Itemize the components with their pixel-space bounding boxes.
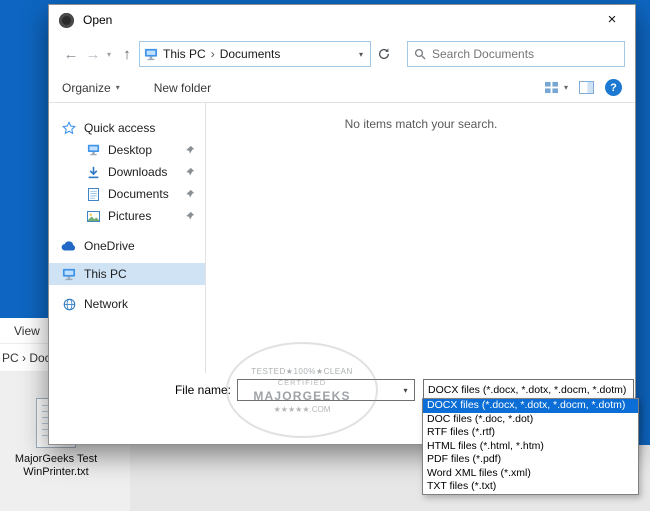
pin-icon <box>185 145 195 155</box>
file-name-dropdown-icon[interactable]: ▾ <box>397 386 414 395</box>
sidebar-item-documents[interactable]: Documents <box>49 183 205 205</box>
documents-icon <box>85 187 101 201</box>
file-name-combobox[interactable]: ▾ <box>237 379 415 401</box>
sidebar-label: Documents <box>108 187 169 201</box>
organize-dropdown-icon: ▾ <box>115 83 120 92</box>
help-button[interactable]: ? <box>605 79 622 96</box>
file-name-label: File name: <box>174 383 231 397</box>
file-type-option[interactable]: DOCX files (*.docx, *.dotx, *.docm, *.do… <box>423 399 638 413</box>
file-type-option[interactable]: TXT files (*.txt) <box>423 480 638 494</box>
pin-icon <box>185 167 195 177</box>
pin-icon <box>185 211 195 221</box>
preview-pane-icon <box>579 81 594 94</box>
search-icon <box>414 48 426 60</box>
back-button[interactable]: ← <box>59 46 83 63</box>
breadcrumb-segment-this-pc[interactable]: This PC <box>158 47 211 61</box>
downloads-icon <box>85 166 101 179</box>
refresh-button[interactable] <box>371 41 397 67</box>
sidebar-item-onedrive[interactable]: OneDrive <box>49 235 205 257</box>
desktop-file-label: MajorGeeks Test WinPrinter.txt <box>14 453 98 478</box>
file-type-dropdown-list: DOCX files (*.docx, *.dotx, *.docm, *.do… <box>422 398 639 495</box>
empty-results-message: No items match your search. <box>344 117 498 131</box>
sidebar-label: Desktop <box>108 143 153 157</box>
file-type-option[interactable]: RTF files (*.rtf) <box>423 426 638 440</box>
this-pc-icon <box>144 48 158 60</box>
sidebar-label: Quick access <box>84 121 156 135</box>
onedrive-cloud-icon <box>61 241 77 251</box>
organize-button[interactable]: Organize ▾ <box>62 81 120 95</box>
breadcrumb-segment-documents[interactable]: Documents <box>215 47 286 61</box>
network-icon <box>61 298 77 311</box>
sidebar-item-network[interactable]: Network <box>49 293 205 315</box>
organize-label: Organize <box>62 80 111 95</box>
view-grid-icon <box>544 81 558 94</box>
pin-icon <box>185 189 195 199</box>
toolbar: Organize ▾ New folder ▾ ? <box>49 73 635 103</box>
file-type-option[interactable]: Word XML files (*.xml) <box>423 467 638 481</box>
sidebar-item-quick-access[interactable]: Quick access <box>49 117 205 139</box>
sidebar-item-downloads[interactable]: Downloads <box>49 161 205 183</box>
search-box[interactable] <box>407 41 625 67</box>
new-folder-label: New folder <box>153 80 212 95</box>
up-button[interactable]: ↑ <box>115 46 139 63</box>
navigation-bar: ← → ▾ ↑ This PC › Documents ▾ <box>49 35 635 73</box>
sidebar-label: OneDrive <box>84 239 135 253</box>
sidebar-item-this-pc[interactable]: This PC <box>49 263 205 285</box>
search-input[interactable] <box>432 47 618 61</box>
history-dropdown-icon[interactable]: ▾ <box>103 50 115 59</box>
breadcrumb[interactable]: This PC › Documents ▾ <box>139 41 371 67</box>
desktop-icon <box>85 144 101 156</box>
quick-access-star-icon <box>61 121 77 135</box>
file-type-option[interactable]: DOC files (*.doc, *.dot) <box>423 413 638 427</box>
open-dialog: Open × ← → ▾ ↑ This PC › Documents ▾ Org… <box>48 4 636 445</box>
app-icon <box>59 12 74 28</box>
sidebar-label: Pictures <box>108 209 152 223</box>
file-type-option[interactable]: PDF files (*.pdf) <box>423 453 638 467</box>
close-button[interactable]: × <box>589 5 635 35</box>
new-folder-button[interactable]: New folder <box>154 81 211 95</box>
dialog-title: Open <box>83 13 113 27</box>
sidebar-label: This PC <box>84 267 127 281</box>
change-view-button[interactable]: ▾ <box>544 81 568 94</box>
preview-pane-button[interactable] <box>579 81 594 94</box>
toolbar-right-group: ▾ ? <box>544 79 622 96</box>
sidebar-item-pictures[interactable]: Pictures <box>49 205 205 227</box>
breadcrumb-dropdown-icon[interactable]: ▾ <box>359 50 366 59</box>
forward-button[interactable]: → <box>83 46 103 63</box>
sidebar-label: Network <box>84 297 129 311</box>
title-bar[interactable]: Open × <box>49 5 635 35</box>
sidebar-item-desktop[interactable]: Desktop <box>49 139 205 161</box>
pictures-icon <box>85 210 101 222</box>
sidebar-label: Downloads <box>108 165 168 179</box>
navigation-pane: Quick access Desktop Downloads Documents… <box>49 103 206 373</box>
views-dropdown-icon: ▾ <box>563 83 568 92</box>
this-pc-icon <box>61 268 77 281</box>
file-name-input[interactable] <box>238 380 397 400</box>
file-type-option[interactable]: HTML files (*.html, *.htm) <box>423 440 638 454</box>
refresh-icon <box>378 48 390 59</box>
